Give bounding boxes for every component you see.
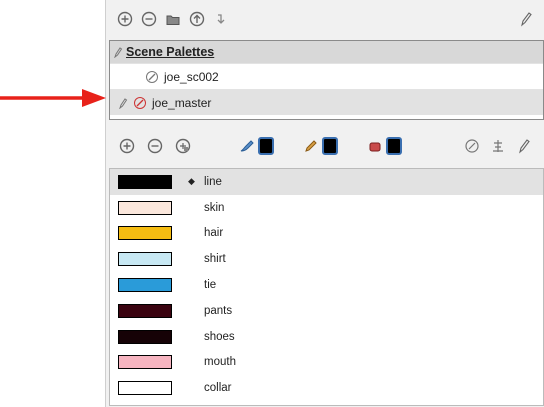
- color-chip[interactable]: [118, 174, 172, 189]
- color-swatch-shirt[interactable]: shirt: [110, 246, 543, 272]
- color-chip[interactable]: [118, 355, 172, 370]
- color-swatch-hair[interactable]: hair: [110, 221, 543, 247]
- color-chip[interactable]: [118, 278, 172, 293]
- palette-item-label: joe_sc002: [164, 69, 219, 84]
- palette-item-label: joe_master: [152, 95, 212, 110]
- annotation-arrow-icon: [0, 89, 106, 107]
- color-swatch-label: tie: [204, 279, 217, 292]
- color-swatch-pants[interactable]: pants: [110, 298, 543, 324]
- pencil-icon: [110, 97, 134, 109]
- palette-item-joe-sc002[interactable]: joe_sc002: [110, 63, 543, 89]
- color-chip[interactable]: [118, 252, 172, 267]
- pencil-icon[interactable]: [515, 8, 537, 30]
- palette-list-header[interactable]: Scene Palettes: [110, 41, 543, 63]
- color-swatch-label: shirt: [204, 253, 226, 266]
- color-chip[interactable]: [118, 226, 172, 241]
- palette-list-title: Scene Palettes: [126, 45, 215, 59]
- color-swatch-collar[interactable]: collar: [110, 375, 543, 401]
- selected-dot-icon: ◆: [188, 176, 195, 187]
- color-swatch-label: mouth: [204, 356, 236, 369]
- color-swatch-label: shoes: [204, 330, 235, 343]
- color-view-panel: Scene Palettes joe_sc002 joe_master ◆ li…: [105, 0, 544, 407]
- brush-color-swatch[interactable]: [258, 137, 274, 155]
- color-chip[interactable]: [118, 381, 172, 396]
- color-swatch-mouth[interactable]: mouth: [110, 350, 543, 376]
- color-swatch-label: line: [204, 175, 222, 188]
- colors-toolbar: [106, 129, 544, 163]
- paint-bucket-color-icon[interactable]: [366, 137, 384, 155]
- color-swatch-list: ◆ line skin hair shirt tie pants shoes mouth coll…: [109, 168, 544, 406]
- palette-toolbar: [106, 2, 544, 36]
- color-swatch-label: pants: [204, 304, 233, 317]
- paint-bucket-color-swatch[interactable]: [386, 137, 402, 155]
- import-icon[interactable]: [186, 8, 208, 30]
- color-swatch-shoes[interactable]: shoes: [110, 324, 543, 350]
- edit-palette-icon: [134, 96, 146, 109]
- remove-palette-icon[interactable]: [138, 8, 160, 30]
- eyedropper-icon[interactable]: [461, 135, 483, 157]
- color-swatch-label: collar: [204, 382, 232, 395]
- pencil-icon: [110, 46, 126, 58]
- color-swatch-skin[interactable]: skin: [110, 195, 543, 221]
- add-texture-icon[interactable]: [172, 135, 194, 157]
- palette-item-joe-master[interactable]: joe_master: [110, 89, 543, 115]
- add-color-icon[interactable]: [116, 135, 138, 157]
- color-swatch-line[interactable]: ◆ line: [110, 169, 543, 195]
- add-palette-icon[interactable]: [114, 8, 136, 30]
- color-swatch-tie[interactable]: tie: [110, 272, 543, 298]
- color-swatch-label: skin: [204, 201, 225, 214]
- color-swatch-label: hair: [204, 227, 224, 240]
- scale-icon[interactable]: [487, 135, 509, 157]
- brush-color-icon[interactable]: [238, 137, 256, 155]
- edit-color-icon[interactable]: [513, 135, 535, 157]
- lock-icon: [146, 70, 158, 83]
- folder-icon[interactable]: [162, 8, 184, 30]
- palette-list: Scene Palettes joe_sc002 joe_master: [109, 40, 544, 120]
- color-chip[interactable]: [118, 329, 172, 344]
- color-chip[interactable]: [118, 200, 172, 215]
- export-icon[interactable]: [210, 8, 232, 30]
- paint-color-icon[interactable]: [302, 137, 320, 155]
- color-chip[interactable]: [118, 303, 172, 318]
- paint-color-swatch[interactable]: [322, 137, 338, 155]
- remove-color-icon[interactable]: [144, 135, 166, 157]
